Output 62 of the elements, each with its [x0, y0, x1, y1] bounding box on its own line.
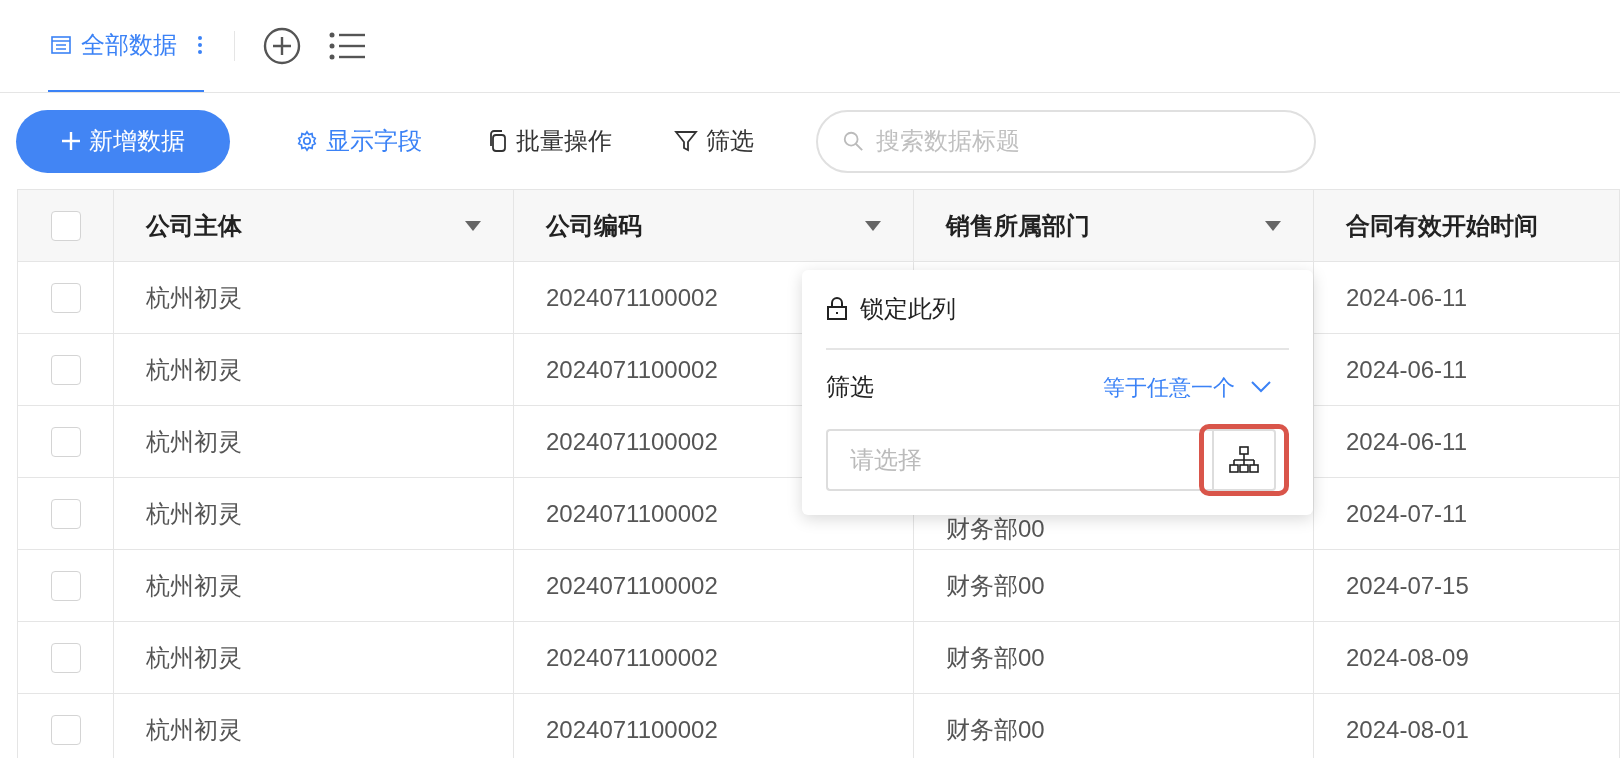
chevron-down-icon: [1251, 381, 1271, 393]
table-cell-text: 杭州初灵: [146, 426, 242, 457]
checkbox[interactable]: [50, 642, 81, 673]
table-cell-text: 杭州初灵: [146, 714, 242, 745]
checkbox[interactable]: [50, 282, 81, 313]
table-cell-text: 2024-06-11: [1346, 354, 1467, 385]
operator-dropdown[interactable]: 等于任意一个: [1103, 370, 1271, 404]
checkbox[interactable]: [50, 498, 81, 529]
table-cell-text: 财务部00: [946, 513, 1045, 544]
checkbox[interactable]: [50, 426, 81, 457]
gear-icon: [296, 130, 318, 152]
column-header[interactable]: 销售所属部门: [914, 190, 1314, 261]
checkbox[interactable]: [50, 714, 81, 745]
table-cell-text: 杭州初灵: [146, 642, 242, 673]
table-cell-text: 2024-07-15: [1346, 570, 1469, 601]
column-header[interactable]: 合同有效开始时间: [1314, 190, 1620, 261]
checkbox[interactable]: [50, 210, 81, 241]
filter-icon: [674, 129, 698, 153]
caret-icon: [465, 220, 481, 231]
view-tab[interactable]: 全部数据: [48, 0, 204, 92]
checkbox[interactable]: [50, 354, 81, 385]
plus-icon: [61, 131, 81, 151]
lock-column-item[interactable]: 锁定此列: [826, 270, 1289, 350]
table-cell-text: 2024071100002: [546, 642, 718, 673]
column-header[interactable]: 公司编码: [514, 190, 914, 261]
batch-operation-button[interactable]: 批量操作: [488, 123, 612, 159]
caret-icon: [865, 220, 881, 231]
checkbox[interactable]: [50, 570, 81, 601]
add-data-button[interactable]: 新增数据: [16, 109, 230, 173]
caret-icon: [1265, 220, 1281, 231]
column-header[interactable]: 公司主体: [114, 190, 514, 261]
table-cell-text: 财务部00: [946, 570, 1045, 601]
filter-button[interactable]: 筛选: [674, 123, 754, 159]
search-icon: [842, 129, 864, 152]
table-cell-text: 2024071100002: [546, 714, 718, 745]
table-cell-text: 2024071100002: [546, 282, 718, 313]
display-fields-button[interactable]: 显示字段: [296, 123, 422, 159]
search-field[interactable]: 搜索数据标题: [816, 109, 1316, 173]
add-view-icon[interactable]: [263, 26, 301, 65]
table-cell-text: 财务部00: [946, 642, 1045, 673]
lock-icon: [826, 297, 848, 321]
table-cell-text: 财务部00: [946, 714, 1045, 745]
select-field[interactable]: 请选择: [826, 429, 1214, 491]
table-cell-text: 2024-08-09: [1346, 642, 1469, 673]
copy-icon: [488, 129, 508, 153]
table-cell-text: 2024-06-11: [1346, 426, 1467, 457]
more-icon: [197, 33, 203, 56]
table-cell-text: 2024071100002: [546, 426, 718, 457]
table-cell-text: 2024-07-11: [1346, 498, 1467, 529]
table-cell-text: 杭州初灵: [146, 498, 242, 529]
table-cell-text: 2024-08-01: [1346, 714, 1469, 745]
table-cell-text: 2024071100002: [546, 570, 718, 601]
table-cell-text: 2024071100002: [546, 498, 718, 529]
table-cell-text: 杭州初灵: [146, 282, 242, 313]
filter-label: 筛选: [826, 372, 874, 402]
hierarchy-icon: [1229, 446, 1259, 474]
table-cell-text: 2024071100002: [546, 354, 718, 385]
table-cell-text: 杭州初灵: [146, 570, 242, 601]
table-cell-text: 杭州初灵: [146, 354, 242, 385]
list-icon[interactable]: [329, 30, 365, 61]
org-tree-button[interactable]: [1212, 429, 1276, 491]
table-cell-text: 2024-06-11: [1346, 282, 1467, 313]
